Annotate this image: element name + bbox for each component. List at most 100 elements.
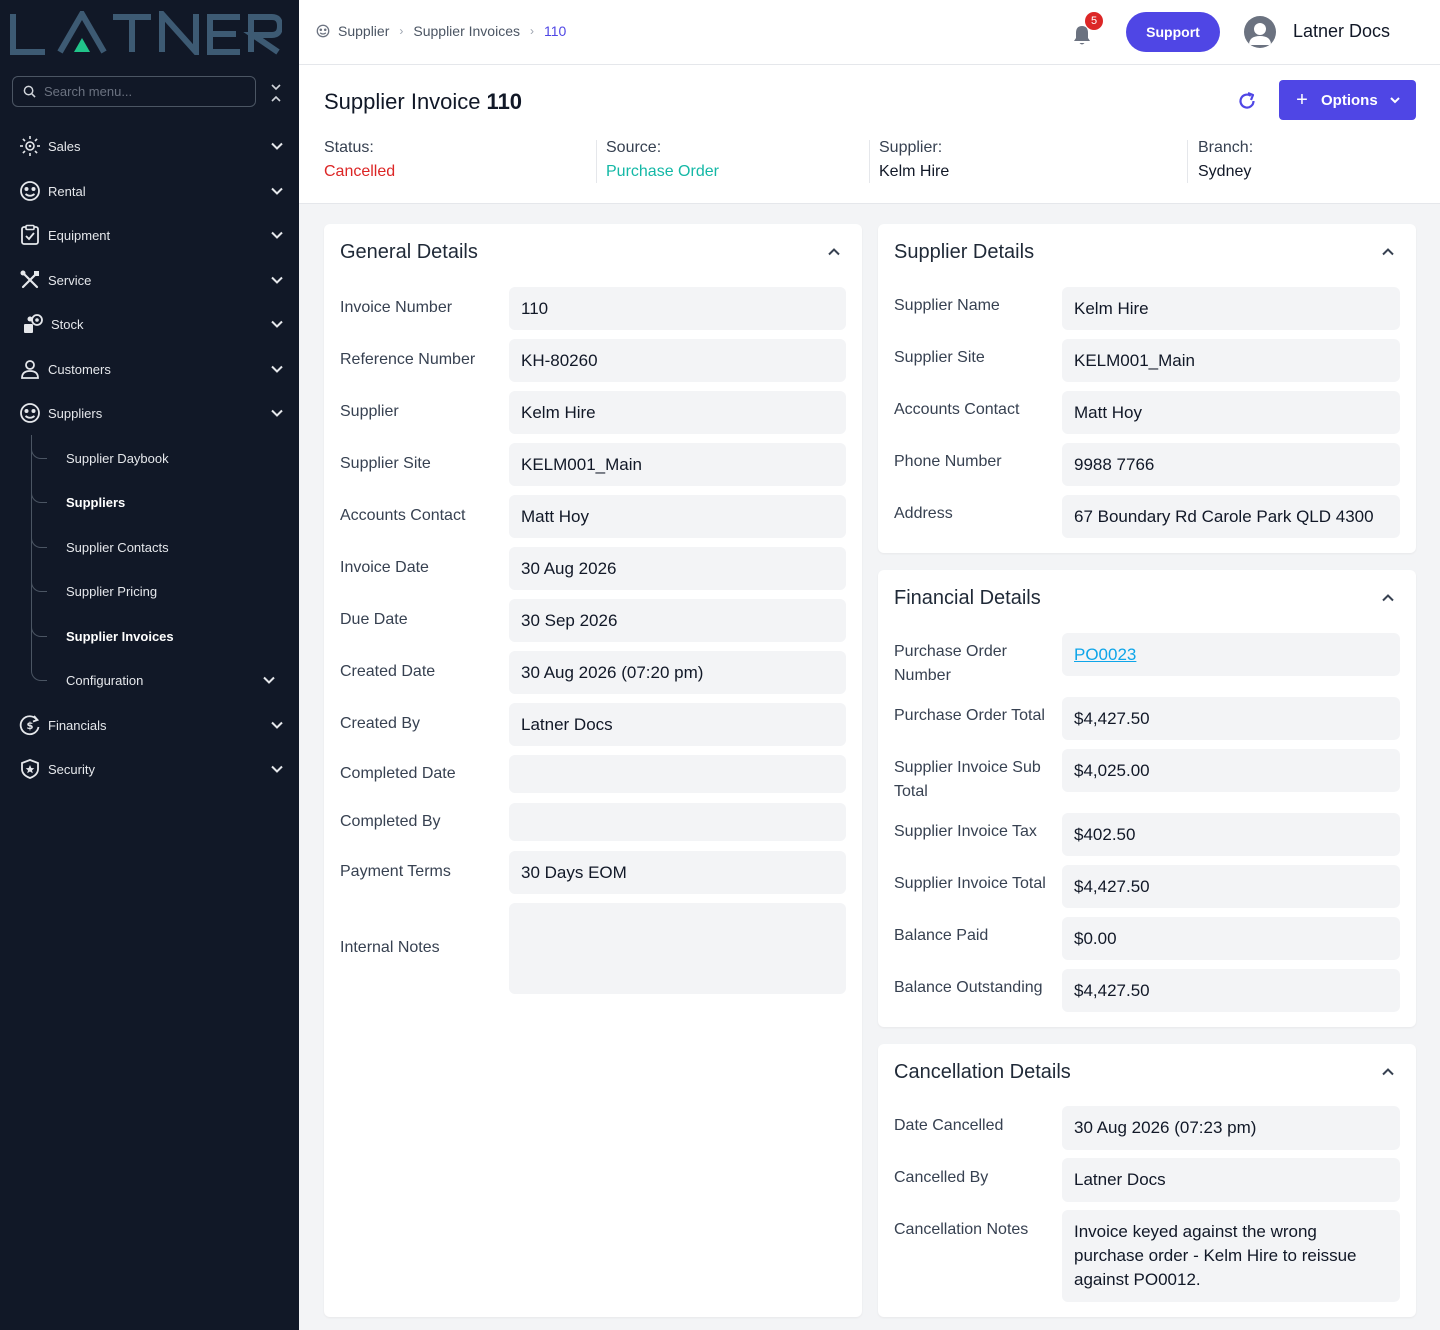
breadcrumb-supplier-invoices[interactable]: Supplier Invoices bbox=[413, 23, 520, 39]
breadcrumb-supplier[interactable]: Supplier bbox=[338, 23, 389, 39]
sidebar-search[interactable] bbox=[12, 76, 256, 107]
search-input[interactable] bbox=[44, 84, 244, 99]
chevron-right-icon: › bbox=[399, 24, 404, 38]
tools-icon bbox=[19, 269, 41, 291]
sidebar-item-stock[interactable]: Stock bbox=[0, 302, 299, 346]
payment-terms-field: 30 Days EOM bbox=[509, 851, 846, 894]
field-label: Balance Paid bbox=[894, 927, 989, 944]
source-link[interactable]: Purchase Order bbox=[606, 163, 719, 181]
sidebar-item-label: Service bbox=[48, 272, 92, 288]
plus-icon: + bbox=[1296, 88, 1308, 111]
sub-total-field: $4,025.00 bbox=[1062, 749, 1400, 792]
chevron-up-icon[interactable] bbox=[1381, 245, 1395, 259]
avatar[interactable] bbox=[1244, 16, 1276, 48]
user-name[interactable]: Latner Docs bbox=[1293, 21, 1390, 42]
created-date-field: 30 Aug 2026 (07:20 pm) bbox=[509, 651, 846, 694]
chevron-up-icon[interactable] bbox=[1381, 1065, 1395, 1079]
svg-text:$: $ bbox=[27, 721, 34, 732]
sidebar-subitem-supplier-invoices[interactable]: Supplier Invoices bbox=[0, 614, 299, 658]
field-label: Cancelled By bbox=[894, 1169, 989, 1186]
status-value: Cancelled bbox=[324, 163, 396, 180]
tree-branch bbox=[31, 623, 47, 637]
date-cancelled-field: 30 Aug 2026 (07:23 pm) bbox=[1062, 1106, 1400, 1150]
sidebar-subitem-supplier-pricing[interactable]: Supplier Pricing bbox=[0, 569, 299, 613]
sidebar-subitem-configuration[interactable]: Configuration bbox=[0, 658, 299, 702]
supplier-details-card: Supplier Details Supplier Name Kelm Hire… bbox=[878, 224, 1416, 553]
field-label: Supplier Name bbox=[894, 297, 1000, 314]
completed-date-field bbox=[509, 755, 846, 793]
purchase-order-link[interactable]: PO0023 bbox=[1074, 645, 1136, 664]
field-label: Invoice Number bbox=[340, 299, 453, 316]
tree-branch bbox=[31, 578, 47, 592]
page-title-text: Supplier Invoice bbox=[324, 89, 481, 114]
chevron-up-icon[interactable] bbox=[827, 245, 841, 259]
support-button[interactable]: Support bbox=[1126, 12, 1220, 52]
balance-paid-field: $0.00 bbox=[1062, 917, 1400, 960]
supplier-site-field: KELM001_Main bbox=[1062, 339, 1400, 382]
tree-branch bbox=[31, 667, 47, 681]
sidebar-item-customers[interactable]: Customers bbox=[0, 347, 299, 391]
card-title: Financial Details bbox=[894, 587, 1041, 609]
sidebar: Sales Rental Equipment Service Stock Cus… bbox=[0, 0, 299, 1330]
refresh-icon[interactable] bbox=[1236, 90, 1258, 112]
sidebar-subitem-label: Supplier Daybook bbox=[66, 450, 169, 466]
chevron-down-icon bbox=[271, 320, 283, 328]
address-field: 67 Boundary Rd Carole Park QLD 4300 bbox=[1062, 495, 1400, 538]
field-label: Supplier Invoice Sub Total bbox=[894, 759, 1041, 800]
sidebar-item-security[interactable]: Security bbox=[0, 747, 299, 791]
sidebar-item-label: Customers bbox=[48, 361, 111, 377]
balance-outstanding-field: $4,427.50 bbox=[1062, 969, 1400, 1012]
collapse-sidebar-icon[interactable] bbox=[268, 82, 284, 104]
page-title: Supplier Invoice 110 bbox=[324, 89, 522, 115]
sidebar-item-rental[interactable]: Rental bbox=[0, 169, 299, 213]
field-label: Accounts Contact bbox=[340, 507, 466, 524]
supplier-site-field: KELM001_Main bbox=[509, 443, 846, 486]
sidebar-item-sales[interactable]: Sales bbox=[0, 124, 299, 168]
internal-notes-field bbox=[509, 903, 846, 994]
chevron-up-icon[interactable] bbox=[1381, 591, 1395, 605]
latner-logo[interactable] bbox=[10, 11, 282, 55]
sidebar-subitem-label: Supplier Contacts bbox=[66, 539, 169, 555]
general-details-card: General Details Invoice Number 110 Refer… bbox=[324, 224, 862, 1317]
sidebar-subitem-suppliers[interactable]: Suppliers bbox=[0, 480, 299, 524]
meta-label: Status: bbox=[324, 139, 374, 156]
options-button[interactable]: + Options bbox=[1279, 80, 1416, 120]
sidebar-subitem-supplier-contacts[interactable]: Supplier Contacts bbox=[0, 525, 299, 569]
divider bbox=[1187, 140, 1188, 183]
shield-icon bbox=[19, 758, 41, 780]
sidebar-item-label: Suppliers bbox=[48, 405, 103, 421]
clipboard-check-icon bbox=[19, 224, 41, 246]
meta-label: Branch: bbox=[1198, 139, 1254, 156]
sidebar-item-label: Security bbox=[48, 761, 95, 777]
meta-source: Source: Purchase Order bbox=[606, 139, 719, 181]
field-label: Completed Date bbox=[340, 765, 456, 782]
sidebar-item-financials[interactable]: $ Financials bbox=[0, 703, 299, 747]
purchase-order-total-field: $4,427.50 bbox=[1062, 697, 1400, 740]
top-bar: Supplier › Supplier Invoices › 110 5 Sup… bbox=[299, 0, 1440, 65]
sidebar-subitem-supplier-daybook[interactable]: Supplier Daybook bbox=[0, 436, 299, 480]
sidebar-item-label: Sales bbox=[48, 138, 81, 154]
card-title: Cancellation Details bbox=[894, 1061, 1071, 1083]
sidebar-item-service[interactable]: Service bbox=[0, 258, 299, 302]
sidebar-item-equipment[interactable]: Equipment bbox=[0, 213, 299, 257]
notification-count-badge: 5 bbox=[1085, 12, 1103, 30]
sun-gear-icon bbox=[19, 135, 41, 157]
field-label: Completed By bbox=[340, 813, 441, 830]
field-label: Cancellation Notes bbox=[894, 1221, 1029, 1238]
cancelled-by-field: Latner Docs bbox=[1062, 1158, 1400, 1202]
completed-by-field bbox=[509, 803, 846, 841]
sidebar-item-label: Equipment bbox=[48, 227, 111, 243]
chevron-down-icon bbox=[271, 721, 283, 729]
sidebar-item-suppliers[interactable]: Suppliers bbox=[0, 391, 299, 435]
rental-icon bbox=[19, 180, 41, 202]
financial-details-card: Financial Details Purchase Order Number … bbox=[878, 570, 1416, 1027]
tax-field: $402.50 bbox=[1062, 813, 1400, 856]
field-label: Purchase Order Number bbox=[894, 643, 1007, 684]
supplier-value: Kelm Hire bbox=[879, 163, 950, 180]
card-title: Supplier Details bbox=[894, 241, 1035, 263]
field-label: Created By bbox=[340, 715, 421, 732]
accounts-contact-field: Matt Hoy bbox=[1062, 391, 1400, 434]
purchase-order-number-field: PO0023 bbox=[1062, 633, 1400, 676]
field-label: Due Date bbox=[340, 611, 408, 628]
branch-value: Sydney bbox=[1198, 163, 1252, 180]
